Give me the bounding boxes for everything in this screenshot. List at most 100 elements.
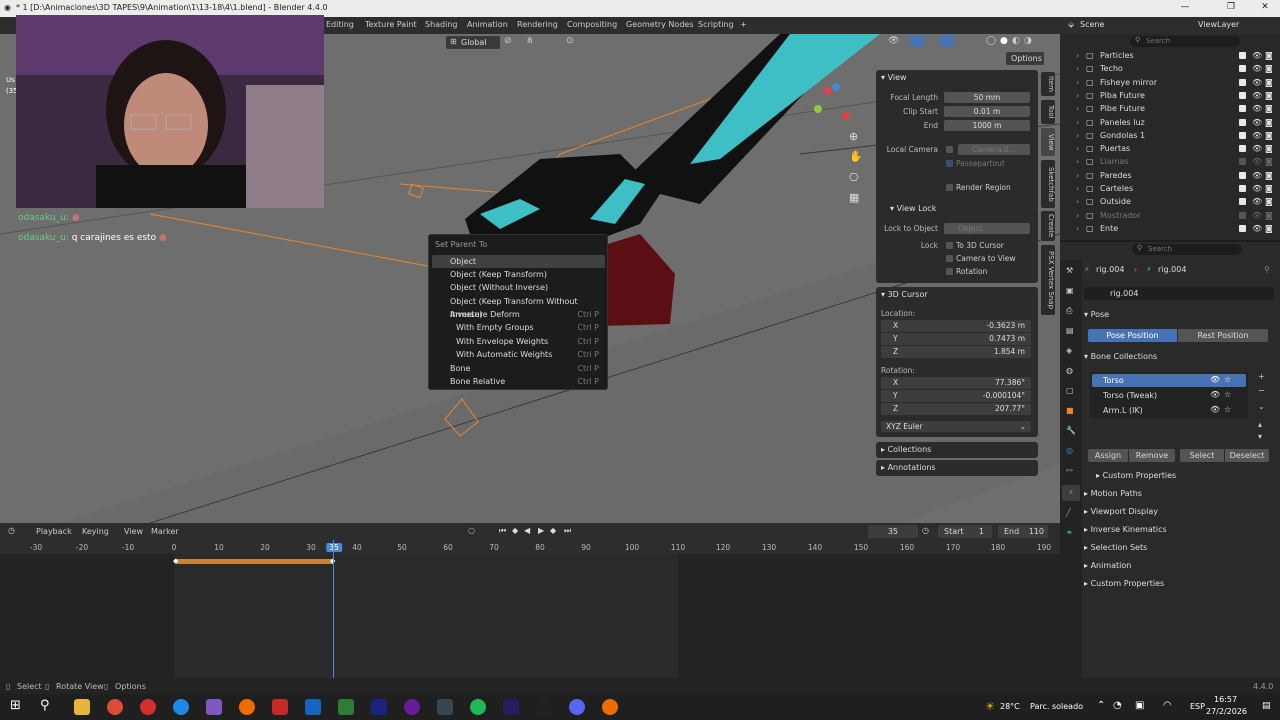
frame-ruler[interactable]: -30 -20 -10 0 10 20 30 35 40 50 60 70 80…: [0, 540, 1060, 554]
eye-icon[interactable]: 👁: [1210, 390, 1220, 399]
star-icon[interactable]: ☆: [1224, 405, 1231, 414]
remove-collection-icon[interactable]: −: [1258, 386, 1265, 395]
cursor-location-y[interactable]: Y 0.7473 m: [881, 333, 1031, 345]
eye-icon[interactable]: 👁: [1252, 76, 1262, 89]
passepartout-checkbox[interactable]: [946, 160, 953, 167]
move-up-icon[interactable]: ▴: [1258, 420, 1262, 429]
render-camera-icon[interactable]: ◙: [1265, 195, 1273, 208]
edge-icon[interactable]: [173, 699, 189, 715]
view-lock-header[interactable]: ▾ View Lock: [890, 204, 936, 213]
blender-taskbar-icon[interactable]: [602, 699, 618, 715]
jump-keyframe-back-icon[interactable]: ◆: [512, 526, 518, 535]
clock-time[interactable]: 16:57: [1214, 695, 1237, 704]
data-name-field[interactable]: rig.004: [1084, 287, 1274, 300]
animation-header[interactable]: ▸ Animation: [1084, 558, 1274, 574]
expand-chevron-icon[interactable]: ›: [1076, 209, 1079, 222]
exclude-checkbox[interactable]: [1239, 52, 1246, 59]
view-layer-tab-icon[interactable]: ▤: [1066, 326, 1074, 335]
rotation-mode-dropdown[interactable]: XYZ Euler ⌄: [881, 421, 1031, 432]
menu-item-object-keep-transform-without-inverse[interactable]: Object (Keep Transform Without Inverse): [432, 295, 605, 319]
language-indicator[interactable]: ESP: [1190, 702, 1205, 711]
output-tab-icon[interactable]: ⎙: [1066, 306, 1072, 316]
proportional-edit-icon[interactable]: ⊙: [566, 36, 574, 46]
render-camera-icon[interactable]: ◙: [1265, 129, 1273, 142]
tray-overflow-icon[interactable]: ⌃: [1097, 700, 1105, 711]
notification-icon[interactable]: ▤: [1262, 701, 1271, 711]
render-camera-icon[interactable]: ◙: [1265, 155, 1273, 168]
select-button[interactable]: Select: [1180, 449, 1224, 462]
wireframe-shading-icon[interactable]: ◯: [986, 36, 996, 46]
tab-rendering[interactable]: Rendering: [517, 20, 558, 29]
keying-menu[interactable]: Keying: [82, 527, 109, 536]
solid-shading-icon[interactable]: ●: [1000, 36, 1008, 46]
menu-item-with-envelope-weights[interactable]: With Envelope Weights Ctrl P: [432, 335, 605, 348]
outliner-item[interactable]: › ▢ Ente 👁 ◙: [1060, 222, 1280, 235]
render-camera-icon[interactable]: ◙: [1265, 116, 1273, 129]
eye-icon[interactable]: 👁: [1252, 62, 1262, 75]
lock-to-cursor-checkbox[interactable]: [946, 242, 953, 249]
viewport-display-header[interactable]: ▸ Viewport Display: [1084, 504, 1274, 520]
expand-chevron-icon[interactable]: ›: [1076, 222, 1079, 235]
exclude-checkbox[interactable]: [1239, 198, 1246, 206]
chevron-down-icon[interactable]: ⌄: [1258, 402, 1265, 411]
custom-properties-header[interactable]: ▸ Custom Properties: [1084, 576, 1274, 592]
cursor-location-z[interactable]: Z 1.854 m: [881, 346, 1031, 358]
obs-icon[interactable]: [536, 699, 552, 715]
render-camera-icon[interactable]: ◙: [1265, 62, 1273, 75]
eye-icon[interactable]: 👁: [1210, 375, 1220, 384]
collections-panel[interactable]: ▸ Collections: [876, 442, 1038, 458]
weather-temp[interactable]: 28°C: [1000, 702, 1020, 711]
preview-range-icon[interactable]: ◷: [922, 526, 929, 535]
app-tray-icon[interactable]: ▣: [1135, 700, 1144, 711]
expand-chevron-icon[interactable]: ›: [1076, 169, 1079, 182]
outliner-item[interactable]: › ▢ Techo 👁 ◙: [1060, 62, 1280, 75]
render-camera-icon[interactable]: ◙: [1265, 182, 1273, 195]
tab-texture-paint[interactable]: Texture Paint: [365, 20, 417, 29]
render-region-checkbox[interactable]: [946, 184, 953, 191]
tab-view[interactable]: View: [1041, 128, 1055, 156]
network-icon[interactable]: ◔: [1113, 700, 1122, 711]
expand-chevron-icon[interactable]: ›: [1076, 49, 1079, 62]
exclude-checkbox[interactable]: [1239, 78, 1246, 86]
tab-sketchfab[interactable]: Sketchfab: [1041, 160, 1055, 208]
outliner-item[interactable]: › ▢ Particles 👁 ◙: [1060, 49, 1280, 62]
gizmo-toggle[interactable]: [910, 35, 924, 47]
painter-icon[interactable]: [338, 699, 354, 715]
close-button[interactable]: ✕: [1250, 2, 1280, 12]
app-icon[interactable]: [437, 699, 453, 715]
local-camera-checkbox[interactable]: [946, 146, 953, 153]
eye-icon[interactable]: 👁: [1252, 89, 1262, 102]
render-camera-icon[interactable]: ◙: [1265, 142, 1273, 155]
pose-panel-header[interactable]: ▾ Pose: [1084, 307, 1274, 323]
expand-chevron-icon[interactable]: ›: [1076, 182, 1079, 195]
camera-to-view-checkbox[interactable]: [946, 255, 953, 262]
eye-icon[interactable]: 👁: [1252, 209, 1262, 222]
tab-tool[interactable]: Tool: [1041, 100, 1055, 124]
outliner-item[interactable]: › ▢ Gondolas 1 👁 ◙: [1060, 129, 1280, 142]
expand-chevron-icon[interactable]: ›: [1076, 129, 1079, 142]
expand-chevron-icon[interactable]: ›: [1076, 195, 1079, 208]
expand-chevron-icon[interactable]: ›: [1076, 116, 1079, 129]
app-icon[interactable]: [206, 699, 222, 715]
outliner-item[interactable]: › ▢ Fisheye mirror 👁 ◙: [1060, 76, 1280, 89]
motion-paths-header[interactable]: ▸ Motion Paths: [1084, 486, 1274, 502]
exclude-checkbox[interactable]: [1239, 105, 1246, 113]
eye-icon[interactable]: 👁: [1210, 405, 1220, 414]
bone-constraint-tab-icon[interactable]: ⚭: [1066, 528, 1073, 537]
menu-item-bone[interactable]: Bone Ctrl P: [432, 362, 605, 375]
outliner-item[interactable]: › ▢ Carteles 👁 ◙: [1060, 182, 1280, 195]
tab-editing[interactable]: Editing: [326, 20, 354, 29]
expand-chevron-icon[interactable]: ›: [1076, 62, 1079, 75]
render-camera-icon[interactable]: ◙: [1265, 49, 1273, 62]
marker-menu[interactable]: Marker: [151, 527, 179, 536]
menu-item-object[interactable]: Object: [432, 255, 605, 268]
eye-icon[interactable]: 👁: [1252, 129, 1262, 142]
exclude-checkbox[interactable]: [1239, 211, 1246, 219]
menu-item-with-automatic-weights[interactable]: With Automatic Weights Ctrl P: [432, 348, 605, 361]
zoom-icon[interactable]: ⊕: [849, 130, 858, 143]
outliner-item[interactable]: › ▢ Piba Future 👁 ◙: [1060, 89, 1280, 102]
outliner-item[interactable]: › ▢ Outside 👁 ◙: [1060, 195, 1280, 208]
playback-menu[interactable]: Playback: [36, 527, 72, 536]
menu-item-bone-relative[interactable]: Bone Relative Ctrl P: [432, 375, 605, 388]
camera-view-icon[interactable]: ⎔: [849, 171, 859, 184]
